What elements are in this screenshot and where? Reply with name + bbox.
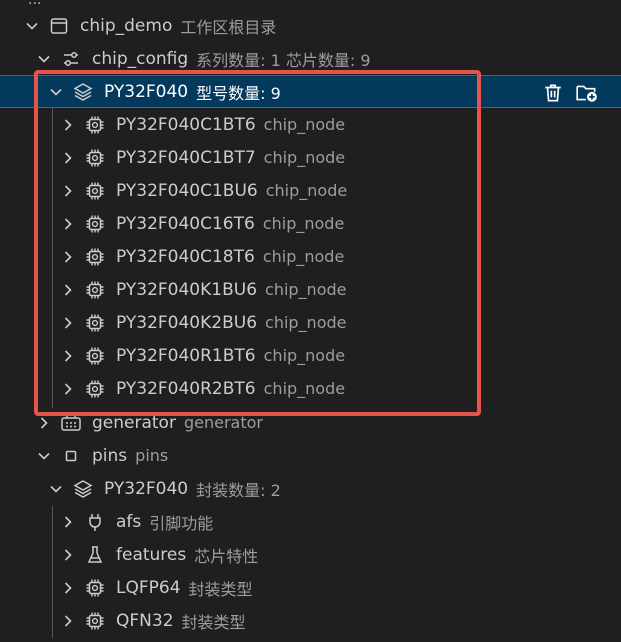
chip-desc: chip_node [262,214,345,233]
tree-item-pins[interactable]: pins pins [0,439,621,472]
chip-label: PY32F040K2BU6 [116,312,258,333]
chevron-down-icon[interactable] [24,18,40,34]
row-actions [541,76,599,109]
tree-item-series[interactable]: PY32F040 型号数量: 9 [0,75,621,108]
chip-label: PY32F040R1BT6 [116,345,256,366]
chevron-right-icon[interactable] [60,249,76,265]
lqfp64-label: LQFP64 [116,577,181,598]
chevron-down-icon[interactable] [36,448,52,464]
chip-desc: chip_node [265,313,347,332]
chip-icon [84,312,106,334]
tree-item-qfn32[interactable]: QFN32 封装类型 [0,604,621,637]
generator-label: generator [92,412,176,433]
window-icon [48,15,70,37]
chevron-right-icon[interactable] [60,514,76,530]
square-icon [60,445,82,467]
chip-icon [84,279,106,301]
features-label: features [116,544,187,565]
qfn32-label: QFN32 [116,610,174,631]
chip-label: PY32F040K1BU6 [116,279,258,300]
chevron-right-icon[interactable] [60,150,76,166]
workspace-label: chip_demo [80,15,173,36]
chevron-right-icon[interactable] [60,315,76,331]
new-folder-icon[interactable] [575,81,599,105]
features-desc: 芯片特性 [194,546,259,566]
chip-label: PY32F040C1BT6 [116,114,256,135]
chip-icon [84,378,106,400]
tree-item-chip[interactable]: PY32F040R1BT6 chip_node [0,339,621,372]
trash-icon[interactable] [541,81,565,105]
chip-desc: chip_node [263,379,346,398]
chip-label: PY32F040C1BU6 [116,180,258,201]
chevron-right-icon[interactable] [60,547,76,563]
chip-desc: chip_node [263,115,346,134]
chip-desc: chip_node [265,181,348,200]
chevron-right-icon[interactable] [60,580,76,596]
tree-item-lqfp64[interactable]: LQFP64 封装类型 [0,571,621,604]
workspace-desc: 工作区根目录 [180,17,277,37]
lqfp64-desc: 封装类型 [188,579,253,599]
tree-item-chip[interactable]: PY32F040C16T6 chip_node [0,207,621,240]
chip-label: PY32F040C18T6 [116,246,255,267]
chip-icon [84,610,106,632]
afs-desc: 引脚功能 [149,513,214,533]
tree-item-chip[interactable]: PY32F040R2BT6 chip_node [0,372,621,405]
generator-desc: generator [183,413,263,432]
chevron-down-icon[interactable] [48,481,64,497]
chip-label: PY32F040C1BT7 [116,147,256,168]
chip-config-label: chip_config [92,48,189,69]
series-desc: 型号数量: 9 [196,83,281,103]
layers-icon [72,478,94,500]
chevron-right-icon[interactable] [60,282,76,298]
chip-icon [84,180,106,202]
chevron-right-icon[interactable] [60,117,76,133]
tree-item-chip[interactable]: PY32F040C18T6 chip_node [0,240,621,273]
tree-item-chip[interactable]: PY32F040C1BT6 chip_node [0,108,621,141]
tree-item-workspace[interactable]: chip_demo 工作区根目录 [0,9,621,42]
plug-icon [84,511,106,533]
chip-desc: chip_node [262,247,345,266]
tree-item-afs[interactable]: afs 引脚功能 [0,505,621,538]
chevron-right-icon[interactable] [60,613,76,629]
afs-label: afs [116,511,142,532]
tree-item-chip[interactable]: PY32F040K1BU6 chip_node [0,273,621,306]
chip-icon [84,213,106,235]
chevron-right-icon[interactable] [60,348,76,364]
tree-item-chip[interactable]: PY32F040K2BU6 chip_node [0,306,621,339]
chip-desc: chip_node [263,346,346,365]
tree-item-features[interactable]: features 芯片特性 [0,538,621,571]
chip-label: PY32F040C16T6 [116,213,255,234]
tree-item-chip-config[interactable]: chip_config 系列数量: 1 芯片数量: 9 [0,42,621,75]
chevron-right-icon[interactable] [36,415,52,431]
chip-config-desc: 系列数量: 1 芯片数量: 9 [196,50,371,70]
chevron-right-icon[interactable] [60,183,76,199]
pins-series-label: PY32F040 [104,478,189,499]
tree-item-chip[interactable]: PY32F040C1BT7 chip_node [0,141,621,174]
sliders-icon [60,48,82,70]
chip-icon [84,147,106,169]
chip-icon [84,114,106,136]
chip-label: PY32F040R2BT6 [116,378,256,399]
pins-desc: pins [135,446,169,465]
tree-item-pins-series[interactable]: PY32F040 封装数量: 2 [0,472,621,505]
tree-item-chip[interactable]: PY32F040C1BU6 chip_node [0,174,621,207]
qfn32-desc: 封装类型 [181,612,246,632]
chip-icon [84,345,106,367]
pins-series-desc: 封装数量: 2 [196,480,281,500]
layers-icon [72,81,94,103]
header-clip: ... [28,0,42,8]
chip-desc: chip_node [265,280,347,299]
pins-label: pins [92,445,128,466]
chip-icon [84,246,106,268]
chip-icon [84,577,106,599]
series-label: PY32F040 [104,81,189,102]
chip-desc: chip_node [263,148,346,167]
flask-icon [84,544,106,566]
chevron-right-icon[interactable] [60,381,76,397]
chevron-right-icon[interactable] [60,216,76,232]
tree-item-generator[interactable]: generator generator [0,406,621,439]
generator-icon [60,412,82,434]
chevron-down-icon[interactable] [36,51,52,67]
chevron-down-icon[interactable] [48,84,64,100]
